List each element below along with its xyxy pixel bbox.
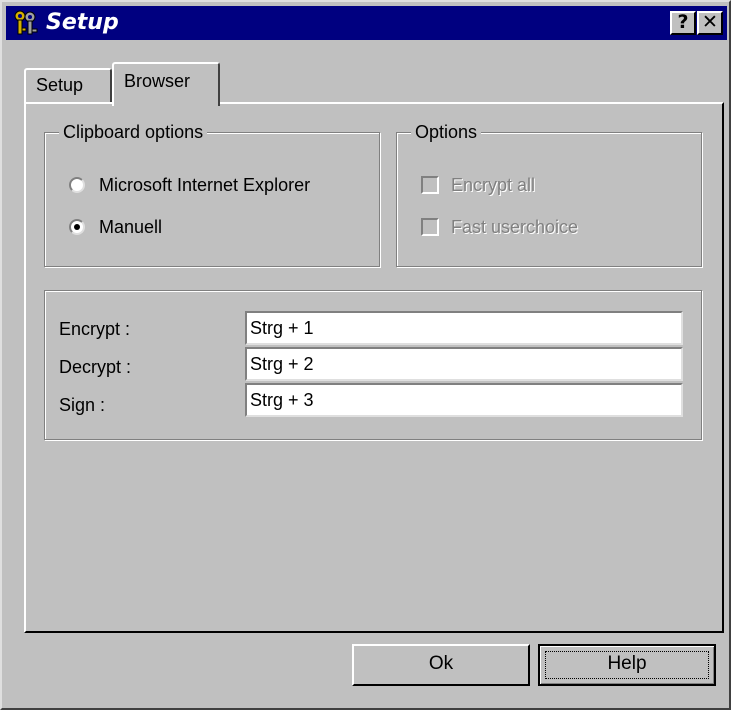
sign-hotkey-field[interactable]	[245, 383, 683, 417]
tab-panel-browser: Clipboard options Microsoft Internet Exp…	[24, 102, 724, 633]
clipboard-options-caption: Clipboard options	[59, 121, 208, 143]
radio-button-selected[interactable]	[69, 219, 85, 235]
checkbox-fast-userchoice-label: Fast userchoice	[451, 217, 579, 237]
help-icon[interactable]: ?	[670, 11, 696, 35]
setup-dialog: Setup ? ✕ Setup Clipboard options Micros…	[0, 0, 731, 710]
focus-rectangle	[545, 651, 709, 679]
clipboard-options-group: Clipboard options Microsoft Internet Exp…	[44, 121, 380, 267]
tab-browser[interactable]: Browser	[112, 62, 220, 106]
tab-setup[interactable]: Setup	[24, 68, 112, 104]
window-title: Setup	[46, 10, 119, 35]
keys-icon	[12, 9, 42, 37]
title-bar[interactable]: Setup ? ✕	[6, 6, 727, 40]
ok-button[interactable]: Ok	[352, 644, 530, 686]
sign-label: Sign :	[59, 395, 106, 415]
hotkeys-group: Encrypt : Decrypt : Sign :	[44, 290, 702, 440]
decrypt-label: Decrypt :	[59, 357, 132, 377]
ok-button-label: Ok	[428, 653, 454, 674]
options-caption: Options	[411, 121, 482, 143]
checkbox-encrypt-all-label: Encrypt all	[451, 175, 536, 195]
radio-button[interactable]	[69, 177, 85, 193]
help-button[interactable]: Help	[538, 644, 716, 686]
radio-internet-explorer-label: Microsoft Internet Explorer	[99, 175, 311, 195]
tab-setup-label: Setup	[36, 75, 84, 95]
encrypt-label: Encrypt :	[59, 319, 131, 339]
decrypt-hotkey-field[interactable]	[245, 347, 683, 381]
options-group: Options Encrypt all Fast userchoice	[396, 121, 702, 267]
checkbox-box[interactable]	[421, 176, 439, 194]
radio-manuell-label: Manuell	[99, 217, 163, 237]
close-icon[interactable]: ✕	[697, 11, 723, 35]
tab-browser-label: Browser	[124, 71, 191, 91]
encrypt-hotkey-field[interactable]	[245, 311, 683, 345]
checkbox-box[interactable]	[421, 218, 439, 236]
